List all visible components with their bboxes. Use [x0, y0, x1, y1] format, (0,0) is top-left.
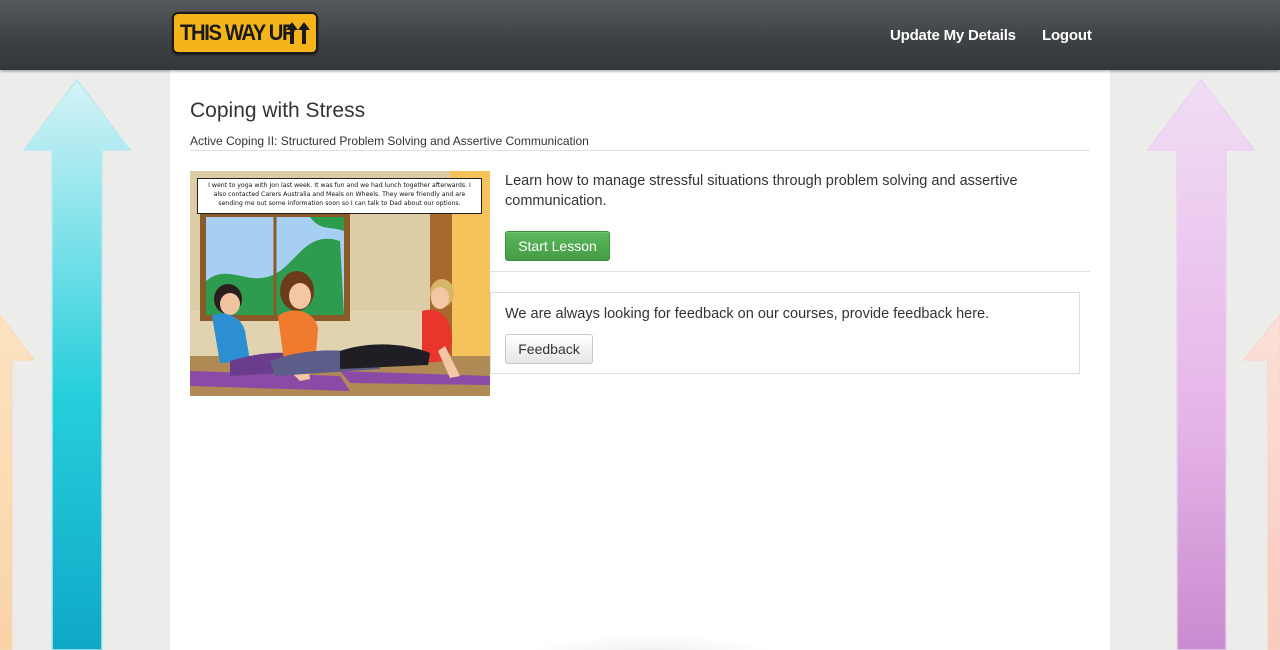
update-my-details-link[interactable]: Update My Details	[890, 27, 1016, 44]
page-title: Coping with Stress	[190, 99, 366, 122]
double-up-arrow-icon	[286, 22, 310, 44]
top-navbar: THIS WAY UP Update My Details Logout	[0, 0, 1280, 70]
logout-link[interactable]: Logout	[1042, 27, 1092, 44]
purple-arrow	[1146, 78, 1256, 650]
this-way-up-logo[interactable]: THIS WAY UP	[172, 12, 318, 54]
lesson-description: Learn how to manage stressful situations…	[505, 173, 1018, 209]
lesson-illustration: I went to yoga with Jon last week. It wa…	[190, 171, 490, 396]
feedback-panel: We are always looking for feedback on ou…	[490, 292, 1080, 374]
title-divider	[190, 150, 1090, 151]
start-lesson-button[interactable]: Start Lesson	[505, 231, 610, 261]
peach-arrow	[1242, 314, 1280, 650]
logo-text: THIS WAY UP	[180, 20, 296, 45]
feedback-prompt: We are always looking for feedback on ou…	[505, 306, 990, 322]
feedback-button[interactable]: Feedback	[505, 334, 593, 364]
orange-arrow-edge	[0, 314, 36, 650]
bottom-shadow	[530, 635, 770, 650]
section-divider	[490, 271, 1090, 272]
cyan-arrow	[22, 78, 132, 650]
lesson-subtitle: Active Coping II: Structured Problem Sol…	[190, 134, 589, 148]
main-container: Coping with Stress Active Coping II: Str…	[170, 70, 1110, 650]
comic-caption: I went to yoga with Jon last week. It wa…	[197, 178, 482, 214]
